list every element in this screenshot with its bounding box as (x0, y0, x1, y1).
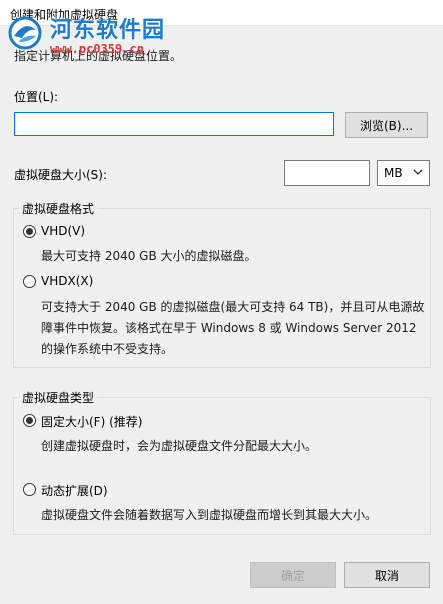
dynamic-description: 虚拟硬盘文件会随着数据写入到虚拟硬盘而增长到其最大大小。 (41, 508, 378, 522)
size-input[interactable] (284, 160, 370, 186)
browse-button[interactable]: 浏览(B)... (345, 112, 428, 138)
watermark: 河东软件园 www.pc0359.cn (8, 12, 218, 68)
vhdx-description-line-2: 障事件中恢复。该格式在早于 Windows 8 或 Windows Server… (41, 321, 417, 335)
type-group-title: 虚拟硬盘类型 (19, 389, 98, 406)
watermark-name: 河东软件园 (50, 18, 166, 43)
vhdx-radio[interactable] (23, 275, 36, 288)
vhdx-description-line-3: 的操作系统中不受支持。 (41, 342, 174, 356)
vhd-label[interactable]: VHD(V) (41, 224, 85, 238)
vhd-radio[interactable] (23, 225, 36, 238)
location-input[interactable] (14, 112, 334, 136)
watermark-logo-icon (8, 16, 42, 50)
ok-button[interactable]: 确定 (250, 562, 336, 588)
fixed-size-label[interactable]: 固定大小(F) (推荐) (41, 413, 142, 430)
vhdx-description-line-1: 可支持大于 2040 GB 的虚拟磁盘(最大可支持 64 TB)，并且可从电源故 (41, 300, 425, 314)
dynamic-label[interactable]: 动态扩展(D) (41, 482, 108, 499)
format-group-title: 虚拟硬盘格式 (19, 200, 98, 217)
fixed-size-radio[interactable] (23, 414, 36, 427)
vhd-description: 最大可支持 2040 GB 大小的虚拟磁盘。 (41, 249, 257, 263)
chevron-down-icon (413, 169, 423, 175)
size-unit-select[interactable]: MB (377, 160, 430, 186)
fixed-size-description: 创建虚拟硬盘时，会为虚拟硬盘文件分配最大大小。 (41, 439, 318, 453)
location-label: 位置(L): (14, 90, 59, 104)
watermark-url: www.pc0359.cn (50, 42, 144, 56)
size-label: 虚拟硬盘大小(S): (14, 168, 108, 182)
cancel-button[interactable]: 取消 (344, 562, 430, 588)
size-unit-value: MB (384, 166, 403, 180)
dynamic-radio[interactable] (23, 483, 36, 496)
vhdx-label[interactable]: VHDX(X) (41, 274, 93, 288)
